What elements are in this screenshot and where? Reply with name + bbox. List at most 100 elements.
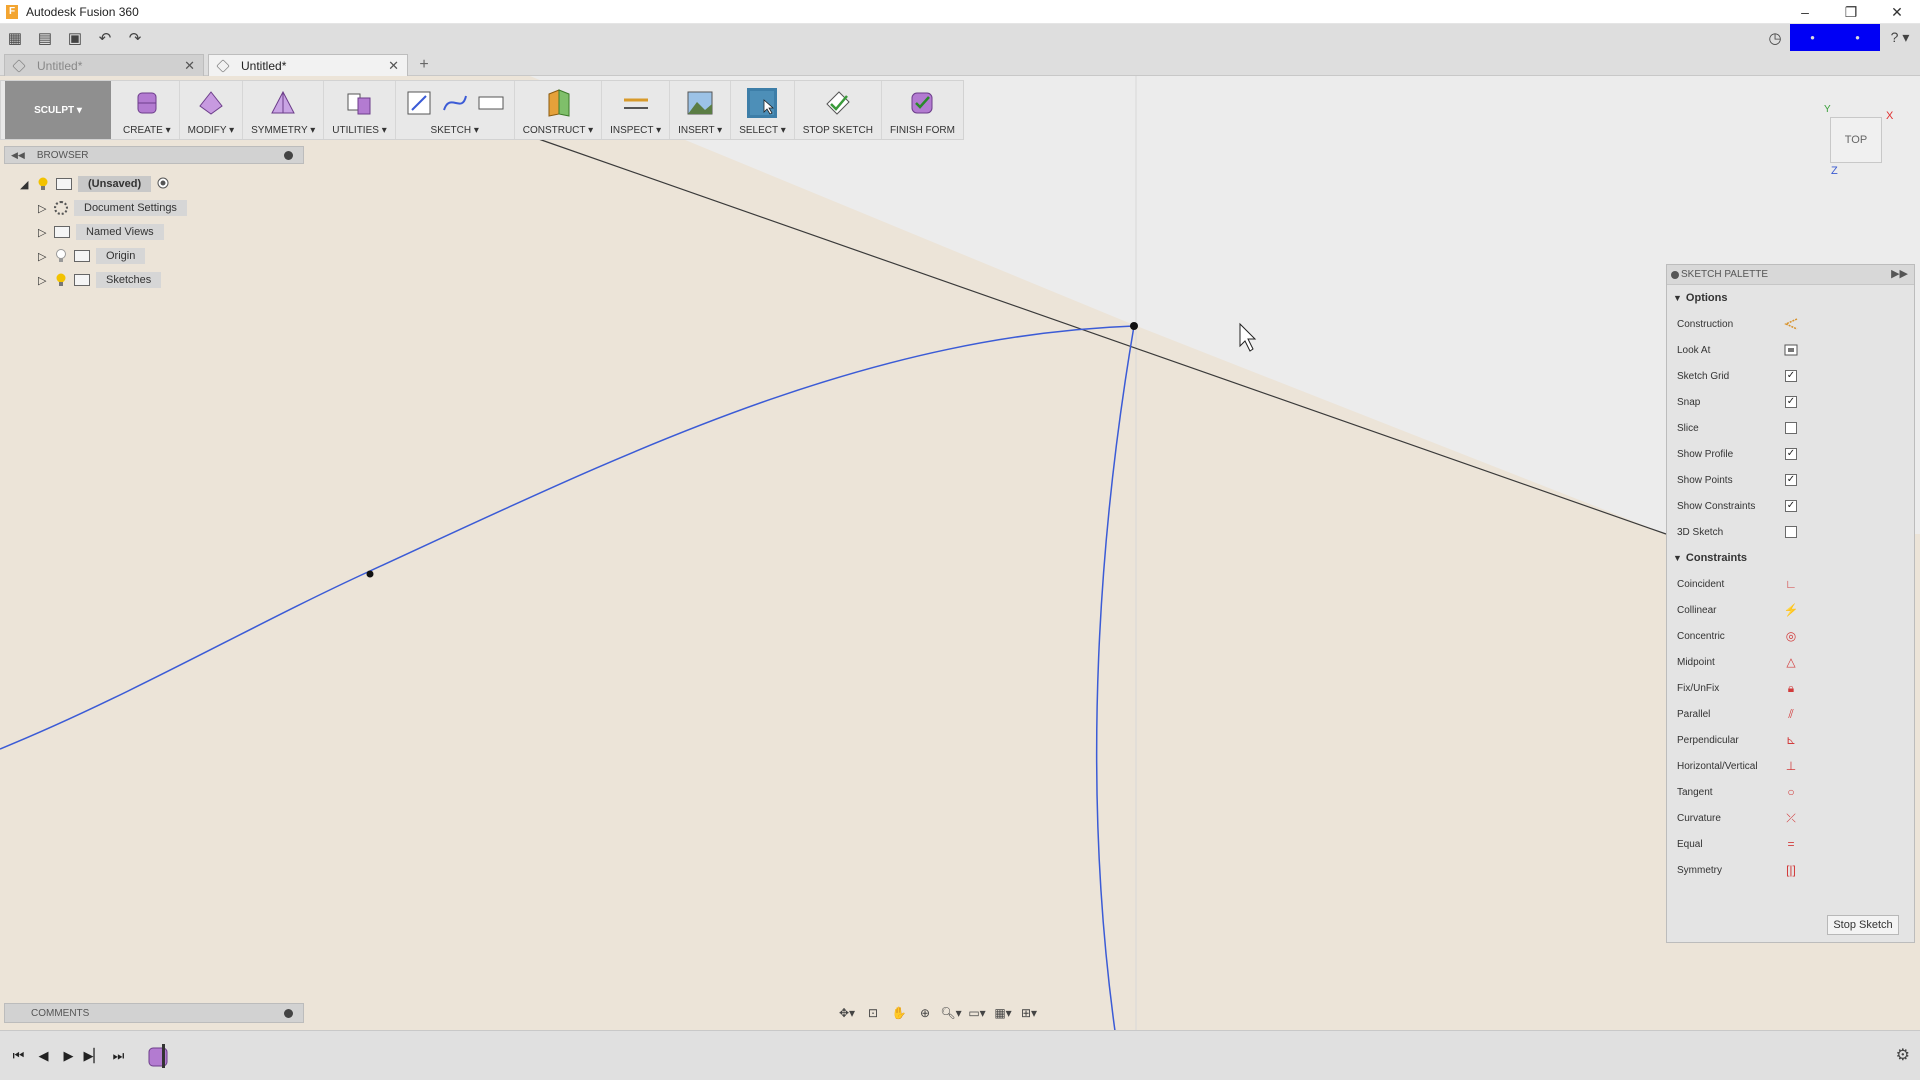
option-row[interactable]: Slice	[1667, 415, 1914, 441]
option-row[interactable]: Snap ✓	[1667, 389, 1914, 415]
constraint-row[interactable]: Concentric ◎	[1667, 623, 1914, 649]
help-icon[interactable]: ? ▾	[1880, 29, 1920, 46]
look-at-icon[interactable]: ⊡	[862, 1004, 884, 1022]
expand-arrows-icon[interactable]: ▶▶	[1891, 267, 1908, 280]
option-row[interactable]: Sketch Grid ✓	[1667, 363, 1914, 389]
visibility-bulb-icon[interactable]	[54, 249, 68, 263]
construction-icon[interactable]	[1784, 317, 1798, 331]
perpendicular-icon[interactable]: ⊾	[1784, 733, 1798, 747]
pin-icon[interactable]	[1671, 271, 1679, 279]
collapse-triangle-icon[interactable]: ◢	[20, 178, 36, 191]
stop-sketch-button[interactable]: Stop Sketch	[1827, 915, 1899, 935]
close-button[interactable]: ✕	[1874, 0, 1920, 24]
constraint-row[interactable]: Parallel ⫽	[1667, 701, 1914, 727]
view-cube[interactable]: TOP	[1830, 117, 1882, 163]
expand-triangle-icon[interactable]: ▷	[38, 274, 54, 287]
expand-triangle-icon[interactable]: ▷	[38, 202, 54, 215]
option-checkbox[interactable]	[1784, 421, 1798, 435]
data-panel-grid-icon[interactable]: ▦	[0, 26, 30, 50]
constraint-row[interactable]: Perpendicular ⊾	[1667, 727, 1914, 753]
redo-icon[interactable]: ↷	[120, 26, 150, 50]
finish-form-group[interactable]: FINISH FORM	[882, 81, 963, 139]
visibility-bulb-icon[interactable]	[36, 177, 50, 191]
create-group[interactable]: CREATE ▾	[115, 81, 180, 139]
document-tab-2[interactable]: Untitled* ✕	[208, 54, 408, 76]
sketch-group[interactable]: SKETCH ▾	[396, 81, 515, 139]
options-section-header[interactable]: ▼ Options	[1667, 285, 1914, 311]
option-row[interactable]: Show Points ✓	[1667, 467, 1914, 493]
option-row[interactable]: Construction	[1667, 311, 1914, 337]
inspect-group[interactable]: INSPECT ▾	[602, 81, 671, 139]
utilities-group[interactable]: UTILITIES ▾	[324, 81, 396, 139]
option-checkbox[interactable]	[1784, 525, 1798, 539]
close-tab-icon[interactable]: ✕	[388, 58, 399, 74]
visibility-bulb-icon[interactable]	[54, 273, 68, 287]
step-back-icon[interactable]: ◀	[31, 1046, 56, 1066]
minimize-button[interactable]: –	[1782, 0, 1828, 24]
constraints-section-header[interactable]: ▼ Constraints	[1667, 545, 1914, 571]
constraint-row[interactable]: Symmetry [|]	[1667, 857, 1914, 883]
constraint-row[interactable]: Tangent ○	[1667, 779, 1914, 805]
sketch-point[interactable]	[366, 570, 374, 578]
collapse-arrows-icon[interactable]: ◀◀	[11, 150, 25, 161]
constraint-row[interactable]: Fix/UnFix 🔒︎	[1667, 675, 1914, 701]
tree-root[interactable]: ◢ (Unsaved)	[20, 172, 187, 196]
sketch-palette-header[interactable]: SKETCH PALETTE ▶▶	[1667, 265, 1914, 285]
new-tab-button[interactable]: +	[412, 54, 436, 76]
tangent-icon[interactable]: ○	[1784, 785, 1798, 799]
tree-item-document-settings[interactable]: ▷ Document Settings	[38, 196, 187, 220]
symmetry-group[interactable]: SYMMETRY ▾	[243, 81, 325, 139]
midpoint-icon[interactable]: △	[1784, 655, 1798, 669]
collinear-icon[interactable]: ⚡	[1784, 603, 1799, 617]
grid-settings-icon[interactable]: ▦▾	[992, 1004, 1014, 1022]
go-to-end-icon[interactable]: ⏭	[106, 1046, 131, 1066]
expand-triangle-icon[interactable]: ▷	[38, 250, 54, 263]
canvas-viewport[interactable]	[0, 76, 1920, 1031]
user-account-button[interactable]: ● ●	[1790, 24, 1880, 51]
browser-panel-header[interactable]: ◀◀ BROWSER	[4, 146, 304, 164]
pan-hand-icon[interactable]: ✋	[888, 1004, 910, 1022]
constraint-row[interactable]: Horizontal/Vertical ⊥	[1667, 753, 1914, 779]
constraint-row[interactable]: Equal =	[1667, 831, 1914, 857]
file-menu-icon[interactable]: ▤	[30, 26, 60, 50]
equal-icon[interactable]: =	[1784, 837, 1798, 851]
insert-group[interactable]: INSERT ▾	[670, 81, 732, 139]
select-group[interactable]: SELECT ▾	[731, 81, 795, 139]
pin-icon[interactable]	[284, 151, 293, 160]
concentric-icon[interactable]: ◎	[1784, 629, 1798, 643]
construct-group[interactable]: CONSTRUCT ▾	[515, 81, 603, 139]
play-icon[interactable]: ▶	[56, 1046, 81, 1066]
job-status-icon[interactable]: ◷	[1760, 29, 1790, 47]
expand-triangle-icon[interactable]: ▷	[38, 226, 54, 239]
comments-panel[interactable]: COMMENTS	[4, 1003, 304, 1023]
symmetry-constraint-icon[interactable]: [|]	[1784, 863, 1798, 877]
option-row[interactable]: Show Profile ✓	[1667, 441, 1914, 467]
option-checkbox[interactable]: ✓	[1784, 395, 1798, 409]
timeline-form-feature-icon[interactable]	[147, 1043, 171, 1068]
parallel-icon[interactable]: ⫽	[1784, 707, 1798, 721]
constraint-row[interactable]: Coincident ∟	[1667, 571, 1914, 597]
display-settings-icon[interactable]: ▭▾	[966, 1004, 988, 1022]
activate-radio-icon[interactable]	[157, 177, 169, 192]
orbit-icon[interactable]: ✥▾	[836, 1004, 858, 1022]
sketch-point[interactable]	[1130, 322, 1138, 330]
viewports-icon[interactable]: ⊞▾	[1018, 1004, 1040, 1022]
save-icon[interactable]: ▣	[60, 26, 90, 50]
coincident-icon[interactable]: ∟	[1784, 577, 1798, 591]
option-checkbox[interactable]: ✓	[1784, 473, 1798, 487]
modify-group[interactable]: MODIFY ▾	[180, 81, 244, 139]
restore-button[interactable]: ❐	[1828, 0, 1874, 24]
tree-item-named-views[interactable]: ▷ Named Views	[38, 220, 187, 244]
go-to-start-icon[interactable]: ⏮	[6, 1046, 31, 1066]
fix-lock-icon[interactable]: 🔒︎	[1784, 681, 1798, 695]
horizontal-vertical-icon[interactable]: ⊥	[1784, 759, 1798, 773]
pin-icon[interactable]	[284, 1009, 293, 1018]
stop-sketch-group[interactable]: STOP SKETCH	[795, 81, 882, 139]
constraint-row[interactable]: Curvature ⤫	[1667, 805, 1914, 831]
zoom-window-icon[interactable]: 🔍︎▾	[940, 1004, 962, 1022]
document-tab-1[interactable]: Untitled* ✕	[4, 54, 204, 76]
tree-item-origin[interactable]: ▷ Origin	[38, 244, 187, 268]
option-checkbox[interactable]: ✓	[1784, 447, 1798, 461]
constraint-row[interactable]: Collinear ⚡	[1667, 597, 1914, 623]
option-checkbox[interactable]: ✓	[1784, 369, 1798, 383]
